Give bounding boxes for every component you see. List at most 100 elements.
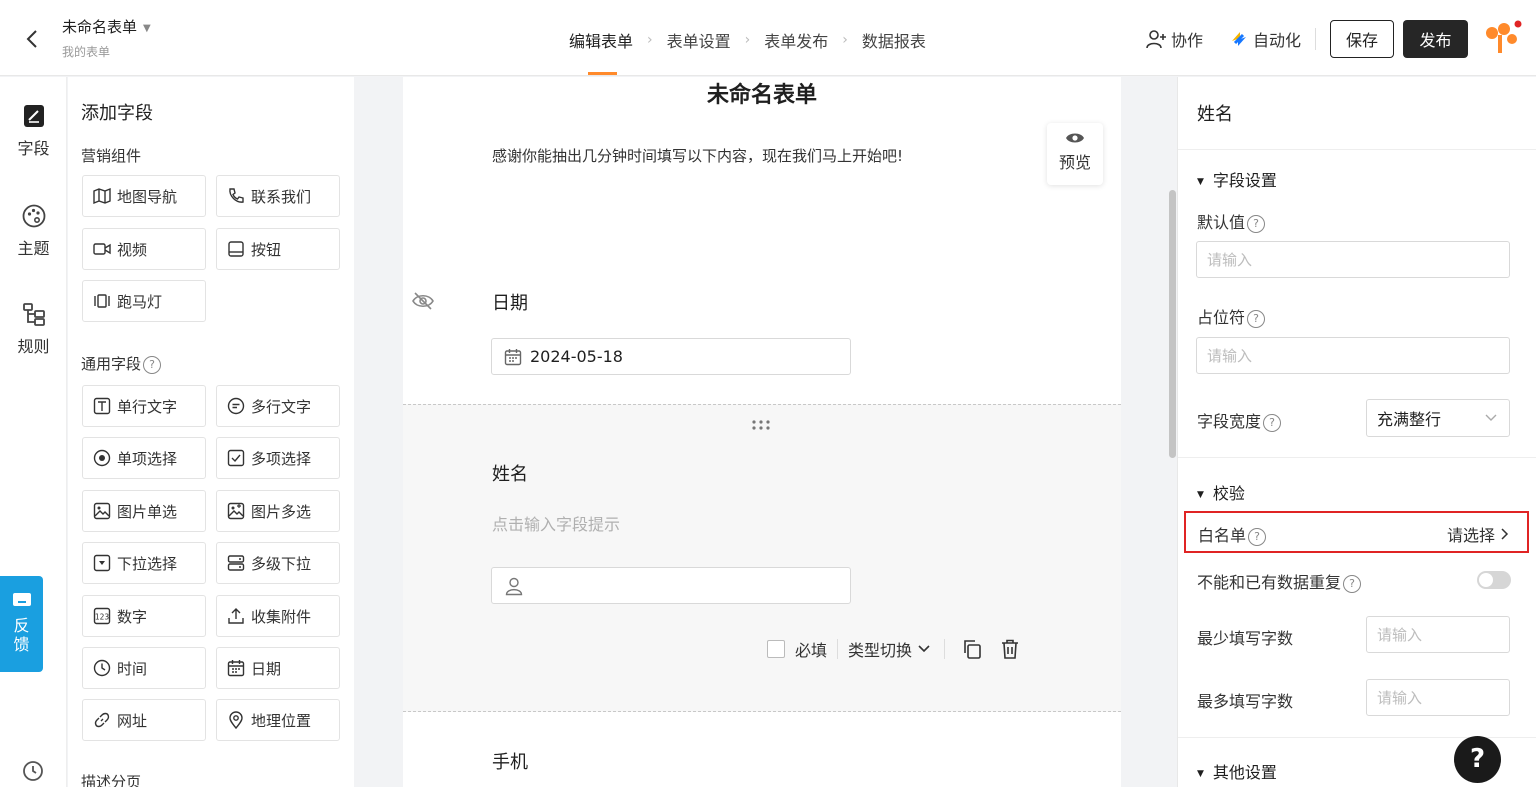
field-single-line[interactable]: 单行文字 xyxy=(82,385,206,427)
back-arrow-icon[interactable] xyxy=(22,28,44,50)
field-number[interactable]: 123 数字 xyxy=(82,595,206,637)
help-icon[interactable]: ? xyxy=(143,355,162,374)
placeholder-input[interactable]: 请输入 xyxy=(1196,337,1510,374)
required-label[interactable]: 必填 xyxy=(795,637,827,661)
whitelist-value: 请选择 xyxy=(1446,526,1495,545)
history-icon[interactable] xyxy=(22,760,44,782)
field-label: 视频 xyxy=(117,240,148,259)
collab-button[interactable]: 协作 xyxy=(1145,27,1203,51)
help-icon[interactable]: ? xyxy=(1248,527,1267,546)
add-field-panel: 添加字段 营销组件 地图导航 联系我们 视频 按钮 跑马灯 通用字段? 单行文字… xyxy=(68,77,354,787)
canvas-scrollbar[interactable] xyxy=(1169,190,1176,458)
drag-handle-icon[interactable] xyxy=(751,419,771,431)
user-avatar[interactable] xyxy=(1482,19,1522,59)
group-validation[interactable]: ▼ 校验 xyxy=(1197,480,1245,504)
number-icon: 123 xyxy=(93,607,111,625)
field-attachment[interactable]: 收集附件 xyxy=(216,595,340,637)
cascade-icon xyxy=(227,555,245,571)
group-field-settings[interactable]: ▼ 字段设置 xyxy=(1197,167,1277,191)
field-label: 网址 xyxy=(117,711,148,730)
field-video[interactable]: 视频 xyxy=(82,228,206,270)
trash-icon[interactable] xyxy=(999,638,1021,660)
group-validation-label: 校验 xyxy=(1212,484,1245,503)
help-icon[interactable]: ? xyxy=(1263,413,1282,432)
field-cascade[interactable]: 多级下拉 xyxy=(216,542,340,584)
field-button[interactable]: 按钮 xyxy=(216,228,340,270)
default-value-label: 默认值? xyxy=(1197,209,1266,233)
props-field-title: 姓名 xyxy=(1197,104,1233,125)
eye-off-icon[interactable] xyxy=(411,291,435,311)
field-width-label: 字段宽度? xyxy=(1197,408,1282,432)
nav-label-fields: 字段 xyxy=(17,139,50,158)
field-multi-line[interactable]: 多行文字 xyxy=(216,385,340,427)
caret-down-icon[interactable]: ▼ xyxy=(143,23,151,34)
field-date[interactable]: 日期 xyxy=(216,647,340,689)
max-chars-input[interactable]: 请输入 xyxy=(1366,679,1510,716)
whitelist-label: 白名单? xyxy=(1198,522,1267,546)
checkbox-icon xyxy=(227,449,245,467)
field-marquee[interactable]: 跑马灯 xyxy=(82,280,206,322)
date-field-input[interactable]: 2024-05-18 xyxy=(491,338,851,375)
name-field-input[interactable] xyxy=(491,567,851,604)
field-label: 多项选择 xyxy=(251,449,312,468)
step-data-report[interactable]: 数据报表 xyxy=(862,28,926,52)
help-button[interactable]: ? xyxy=(1454,736,1501,783)
field-label: 收集附件 xyxy=(251,607,312,626)
field-label: 多级下拉 xyxy=(251,554,312,573)
step-form-settings[interactable]: 表单设置 xyxy=(667,28,731,52)
publish-button[interactable]: 发布 xyxy=(1403,20,1468,58)
whitelist-row[interactable]: 白名单? 请选择 xyxy=(1184,511,1529,553)
field-image-single[interactable]: 图片单选 xyxy=(82,490,206,532)
field-dropdown[interactable]: 下拉选择 xyxy=(82,542,206,584)
field-url[interactable]: 网址 xyxy=(82,699,206,741)
selected-field-name[interactable]: 姓名 点击输入字段提示 必填 类型切换 xyxy=(403,404,1121,712)
required-checkbox[interactable] xyxy=(767,640,785,658)
automation-icon xyxy=(1231,32,1246,46)
name-field-hint[interactable]: 点击输入字段提示 xyxy=(492,511,620,535)
field-contact-us[interactable]: 联系我们 xyxy=(216,175,340,217)
canvas-form-title[interactable]: 未命名表单 xyxy=(403,77,1121,109)
name-field-label[interactable]: 姓名 xyxy=(492,460,528,486)
step-edit-form[interactable]: 编辑表单 xyxy=(569,28,633,52)
field-width-value: 充满整行 xyxy=(1377,410,1442,429)
field-multi-choice[interactable]: 多项选择 xyxy=(216,437,340,479)
canvas-form-description[interactable]: 感谢你能抽出几分钟时间填写以下内容，现在我们马上开始吧! xyxy=(492,145,903,166)
save-button[interactable]: 保存 xyxy=(1330,20,1394,58)
default-value-input[interactable]: 请输入 xyxy=(1196,241,1510,278)
type-switch-label: 类型切换 xyxy=(848,641,913,660)
copy-icon[interactable] xyxy=(961,638,983,660)
form-title-block[interactable]: 未命名表单 ▼ 我的表单 xyxy=(62,16,151,60)
form-title[interactable]: 未命名表单 xyxy=(62,16,137,37)
phone-field-label[interactable]: 手机 xyxy=(492,748,528,774)
eye-icon xyxy=(1066,133,1084,143)
text-box-icon xyxy=(93,397,111,415)
no-duplicate-toggle[interactable] xyxy=(1477,571,1511,589)
field-label: 图片单选 xyxy=(117,502,178,521)
automation-button[interactable]: 自动化 xyxy=(1229,27,1301,51)
field-map-nav[interactable]: 地图导航 xyxy=(82,175,206,217)
help-icon[interactable]: ? xyxy=(1343,574,1362,593)
calendar-icon xyxy=(227,660,245,677)
help-icon[interactable]: ? xyxy=(1247,214,1266,233)
type-switch-dropdown[interactable]: 类型切换 xyxy=(848,637,930,661)
feedback-button[interactable]: 反馈 xyxy=(0,576,43,672)
whitelist-select[interactable]: 请选择 xyxy=(1447,522,1509,546)
field-location[interactable]: 地理位置 xyxy=(216,699,340,741)
no-duplicate-label: 不能和已有数据重复? xyxy=(1197,569,1362,593)
nav-item-rules[interactable]: 规则 xyxy=(0,301,67,357)
step-form-publish[interactable]: 表单发布 xyxy=(764,28,828,52)
preview-button[interactable]: 预览 xyxy=(1047,123,1103,185)
field-single-choice[interactable]: 单项选择 xyxy=(82,437,206,479)
field-time[interactable]: 时间 xyxy=(82,647,206,689)
section-description: 描述分页 xyxy=(81,773,142,787)
field-label: 日期 xyxy=(251,659,282,678)
button-icon xyxy=(228,241,244,257)
nav-item-fields[interactable]: 字段 xyxy=(0,103,67,159)
group-other-settings[interactable]: ▼ 其他设置 xyxy=(1197,759,1277,783)
nav-item-theme[interactable]: 主题 xyxy=(0,203,67,259)
help-icon[interactable]: ? xyxy=(1247,309,1266,328)
min-chars-input[interactable]: 请输入 xyxy=(1366,616,1510,653)
field-image-multi[interactable]: 图片多选 xyxy=(216,490,340,532)
field-width-select[interactable]: 充满整行 xyxy=(1366,399,1510,437)
whitelist-text: 白名单 xyxy=(1198,526,1247,545)
